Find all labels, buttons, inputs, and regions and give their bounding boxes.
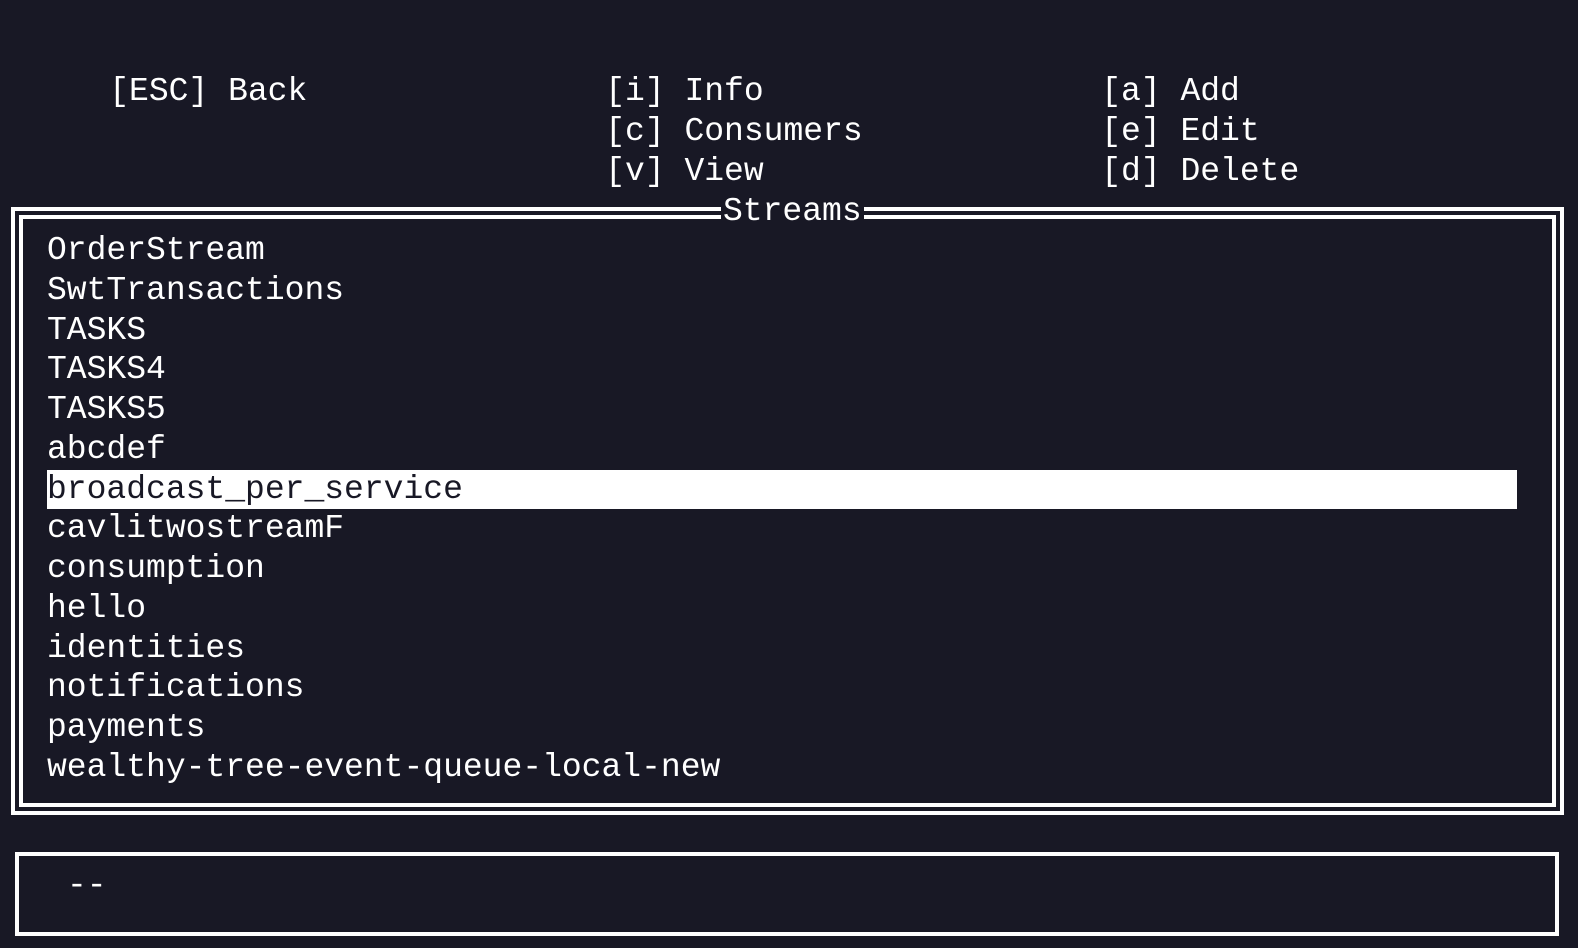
status-box <box>15 852 1559 936</box>
hint-label: Back <box>228 73 308 110</box>
stream-item[interactable]: TASKS <box>47 311 1517 351</box>
stream-item[interactable]: identities <box>47 629 1517 669</box>
stream-item-selected[interactable]: broadcast_per_service <box>47 469 1517 510</box>
stream-item[interactable]: SwtTransactions <box>47 271 1517 311</box>
hint-view[interactable]: [v] View <box>526 112 763 190</box>
stream-item[interactable]: payments <box>47 708 1517 748</box>
hint-delete[interactable]: [d] Delete <box>1022 112 1299 190</box>
hint-label: View <box>684 153 764 190</box>
hint-key: [v] <box>605 153 665 190</box>
stream-item[interactable]: abcdef <box>47 430 1517 470</box>
stream-item[interactable]: OrderStream <box>47 231 1517 271</box>
hint-key: [ESC] <box>109 73 209 110</box>
panel-title: Streams <box>721 192 864 232</box>
stream-list[interactable]: OrderStream SwtTransactions TASKS TASKS4… <box>47 231 1517 788</box>
stream-item[interactable]: cavlitwostreamF <box>47 509 1517 549</box>
stream-item[interactable]: consumption <box>47 549 1517 589</box>
stream-item[interactable]: wealthy-tree-event-queue-local-new <box>47 748 1517 788</box>
hint-edit[interactable]: [e] Edit <box>1022 72 1259 150</box>
stream-item[interactable]: TASKS4 <box>47 350 1517 390</box>
stream-item[interactable]: hello <box>47 589 1517 629</box>
status-text: -- <box>67 867 107 904</box>
hint-add[interactable]: [a] Add <box>1022 32 1240 110</box>
hint-label: Delete <box>1180 153 1300 190</box>
hint-consumers[interactable]: [c] Consumers <box>526 72 862 150</box>
hint-info[interactable]: [i] Info <box>526 32 763 110</box>
stream-item[interactable]: TASKS5 <box>47 390 1517 430</box>
stream-item[interactable]: notifications <box>47 668 1517 708</box>
hint-key: [d] <box>1101 153 1161 190</box>
hint-back[interactable]: [ESC] Back <box>30 32 307 110</box>
